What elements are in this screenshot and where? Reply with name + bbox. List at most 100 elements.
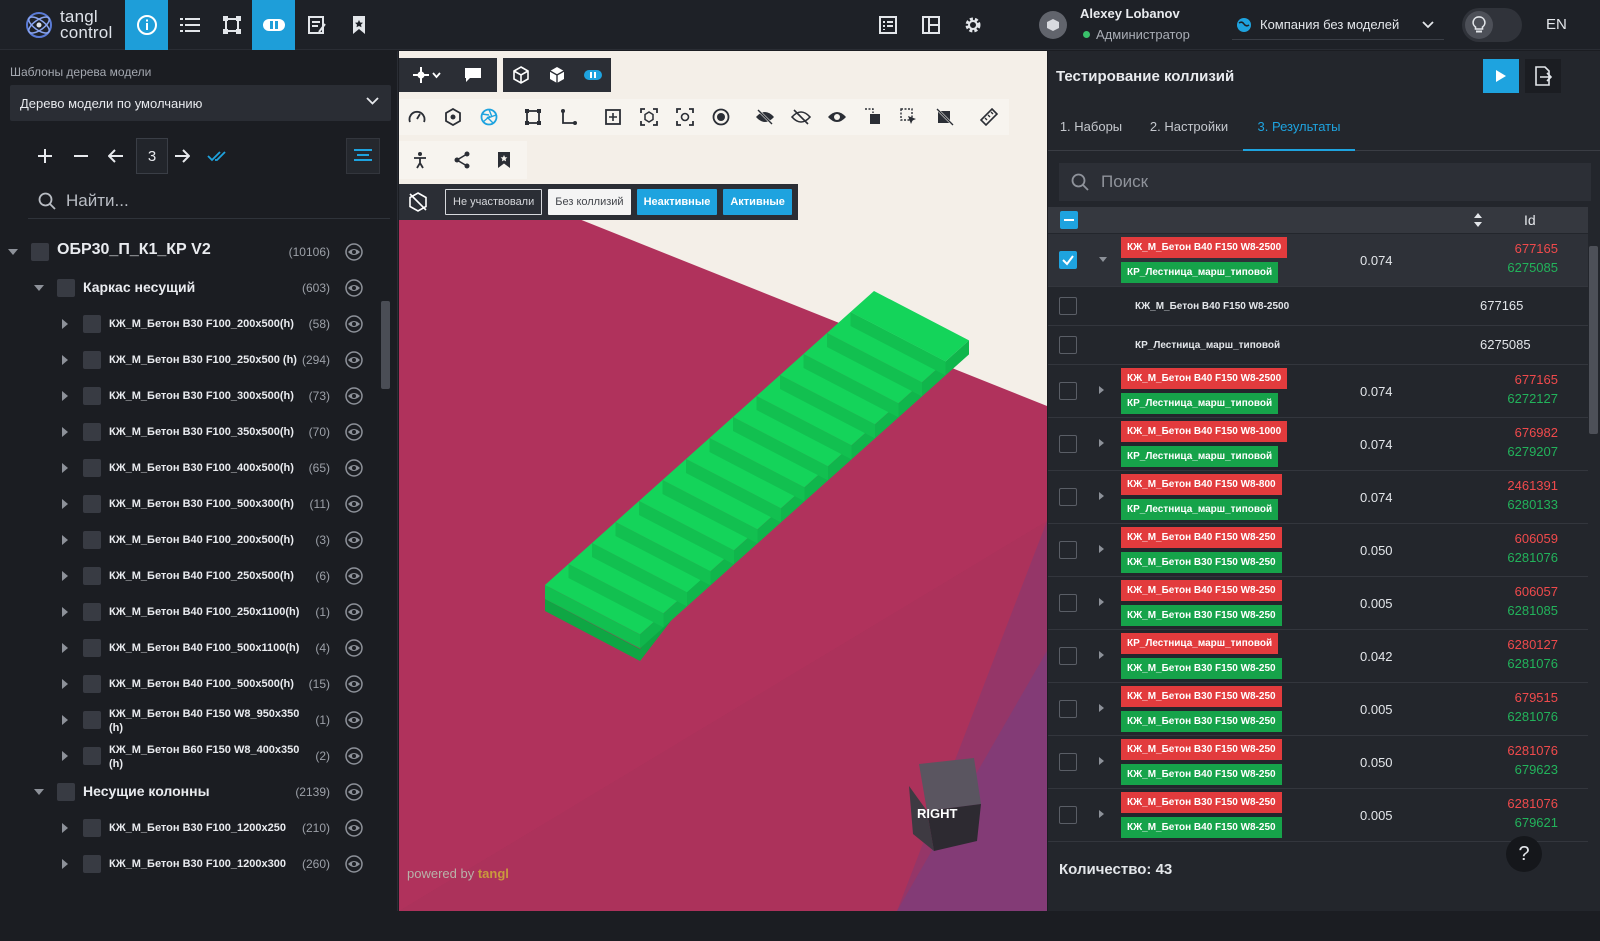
tree-item[interactable]: КЖ_М_Бетон В30 F100_200x500(h) (58) bbox=[0, 306, 380, 342]
collision-element-b[interactable]: КР_Лестница_марш_типовой bbox=[1121, 446, 1279, 467]
tree-item[interactable]: Каркас несущий (603) bbox=[0, 270, 380, 306]
tree-item-checkbox[interactable] bbox=[83, 747, 101, 765]
row-checkbox[interactable] bbox=[1059, 435, 1077, 453]
ruler-button[interactable] bbox=[971, 99, 1007, 135]
visibility-toggle[interactable] bbox=[344, 675, 364, 693]
axis-button[interactable] bbox=[551, 99, 587, 135]
layout-button[interactable] bbox=[909, 0, 952, 50]
collision-row[interactable]: КЖ_М_Бетон В40 F150 W8-250 КЖ_М_Бетон В30… bbox=[1048, 577, 1588, 630]
caret-right-icon[interactable] bbox=[60, 571, 70, 581]
show-button[interactable] bbox=[819, 99, 855, 135]
collision-element-a[interactable]: КЖ_М_Бетон В30 F150 W8-250 bbox=[1121, 739, 1282, 760]
comment-button[interactable] bbox=[455, 57, 491, 93]
app-logo[interactable]: tangl control bbox=[24, 6, 112, 44]
row-checkbox[interactable] bbox=[1059, 297, 1077, 315]
collision-element-a[interactable]: КЖ_М_Бетон В40 F150 W8-250 bbox=[1121, 527, 1282, 548]
tree-scrollbar[interactable] bbox=[381, 291, 390, 941]
collision-row[interactable]: КЖ_М_Бетон В30 F150 W8-250 КЖ_М_Бетон В30… bbox=[1048, 683, 1588, 736]
speed-button[interactable] bbox=[399, 99, 435, 135]
visibility-toggle[interactable] bbox=[344, 423, 364, 441]
walk-button[interactable] bbox=[399, 142, 441, 178]
caret-right-icon[interactable] bbox=[1099, 545, 1104, 553]
caret-right-icon[interactable] bbox=[1099, 704, 1104, 712]
collision-row[interactable]: КЖ_М_Бетон В40 F150 W8-2500 КР_Лестница_м… bbox=[1048, 365, 1588, 418]
theme-toggle[interactable] bbox=[1462, 8, 1522, 42]
hide-collisions-icon[interactable] bbox=[407, 191, 429, 213]
row-checkbox[interactable] bbox=[1059, 700, 1077, 718]
collision-view-button[interactable] bbox=[252, 0, 295, 50]
focus-button[interactable] bbox=[631, 99, 667, 135]
tree-item-checkbox[interactable] bbox=[83, 531, 101, 549]
caret-right-icon[interactable] bbox=[1099, 757, 1104, 765]
row-checkbox[interactable] bbox=[1059, 647, 1077, 665]
caret-right-icon[interactable] bbox=[1099, 651, 1104, 659]
isolate-button[interactable] bbox=[855, 99, 891, 135]
caret-right-icon[interactable] bbox=[60, 751, 70, 761]
collision-row[interactable]: КЖ_М_Бетон В40 F150 W8-1000 КР_Лестница_м… bbox=[1048, 418, 1588, 471]
collision-element-a[interactable]: КЖ_М_Бетон В40 F150 W8-250 bbox=[1121, 580, 1282, 601]
filter-inactive[interactable]: Неактивные bbox=[636, 189, 718, 215]
collision-row[interactable]: КЖ_М_Бетон В40 F150 W8-250 КЖ_М_Бетон В30… bbox=[1048, 524, 1588, 577]
tree-item[interactable]: КЖ_М_Бетон В30 F100_1200x250 (210) bbox=[0, 810, 380, 846]
caret-right-icon[interactable] bbox=[60, 823, 70, 833]
caret-right-icon[interactable] bbox=[60, 499, 70, 509]
run-test-button[interactable] bbox=[1483, 59, 1519, 93]
visibility-toggle[interactable] bbox=[344, 639, 364, 657]
solid-button[interactable] bbox=[539, 57, 575, 93]
visibility-toggle[interactable] bbox=[344, 783, 364, 801]
export-report-button[interactable] bbox=[1525, 59, 1561, 93]
filter-active[interactable]: Активные bbox=[723, 189, 792, 215]
collision-element-a[interactable]: КР_Лестница_марш_типовой bbox=[1121, 633, 1279, 654]
row-checkbox[interactable] bbox=[1059, 806, 1077, 824]
tab-results[interactable]: 3. Результаты bbox=[1243, 103, 1355, 151]
tree-item[interactable]: КЖ_М_Бетон В40 F100_250x500(h) (6) bbox=[0, 558, 380, 594]
visibility-toggle[interactable] bbox=[344, 495, 364, 513]
select-button[interactable] bbox=[891, 99, 927, 135]
select-all-button[interactable] bbox=[200, 138, 234, 174]
tree-item-checkbox[interactable] bbox=[83, 495, 101, 513]
tree-scrollbar-thumb[interactable] bbox=[381, 301, 390, 389]
level-down-button[interactable] bbox=[99, 138, 133, 174]
collision-element-b[interactable]: КЖ_М_Бетон В30 F150 W8-250 bbox=[1121, 605, 1282, 626]
collision-element-a[interactable]: КЖ_М_Бетон В30 F150 W8-250 bbox=[1121, 686, 1282, 707]
collision-element-b[interactable]: КЖ_М_Бетон В30 F150 W8-250 bbox=[1121, 711, 1282, 732]
tree-item-checkbox[interactable] bbox=[83, 315, 101, 333]
hide-button[interactable] bbox=[747, 99, 783, 135]
expand-button[interactable] bbox=[28, 138, 62, 174]
level-up-button[interactable] bbox=[165, 138, 199, 174]
tree-item-checkbox[interactable] bbox=[31, 243, 49, 261]
collision-element-b[interactable]: КЖ_М_Бетон В40 F150 W8-250 bbox=[1121, 764, 1282, 785]
visibility-toggle[interactable] bbox=[344, 819, 364, 837]
3d-viewport[interactable]: Не участвовали Без коллизий Неактивные А… bbox=[399, 51, 1047, 911]
share-button[interactable] bbox=[441, 142, 483, 178]
model-tree-button[interactable] bbox=[168, 0, 211, 50]
collision-element-a[interactable]: КЖ_М_Бетон В40 F150 W8-2500 bbox=[1121, 237, 1288, 258]
info-button[interactable] bbox=[125, 0, 168, 50]
avatar[interactable] bbox=[1039, 11, 1067, 39]
caret-right-icon[interactable] bbox=[1099, 386, 1104, 394]
caret-right-icon[interactable] bbox=[60, 535, 70, 545]
hide-others-button[interactable] bbox=[783, 99, 819, 135]
caret-right-icon[interactable] bbox=[1099, 598, 1104, 606]
tree-item[interactable]: КЖ_М_Бетон В40 F100_500x500(h) (15) bbox=[0, 666, 380, 702]
caret-right-icon[interactable] bbox=[60, 355, 70, 365]
help-button[interactable]: ? bbox=[1506, 836, 1542, 872]
tree-item[interactable]: КЖ_М_Бетон В30 F100_250x500 (h) (294) bbox=[0, 342, 380, 378]
section-box-button[interactable] bbox=[515, 99, 551, 135]
target-button[interactable] bbox=[703, 99, 739, 135]
tree-item-checkbox[interactable] bbox=[83, 423, 101, 441]
row-checkbox[interactable] bbox=[1059, 541, 1077, 559]
results-scrollbar[interactable] bbox=[1589, 234, 1598, 839]
caret-right-icon[interactable] bbox=[1099, 810, 1104, 818]
caret-right-icon[interactable] bbox=[60, 679, 70, 689]
caret-right-icon[interactable] bbox=[60, 607, 70, 617]
caret-down-icon[interactable] bbox=[1099, 257, 1107, 262]
settings-button[interactable] bbox=[951, 0, 994, 50]
tree-item-checkbox[interactable] bbox=[57, 279, 75, 297]
aperture-button[interactable] bbox=[471, 99, 507, 135]
caret-right-icon[interactable] bbox=[60, 427, 70, 437]
tree-item[interactable]: ОБР30_П_К1_КР V2 (10106) bbox=[0, 234, 380, 270]
caret-right-icon[interactable] bbox=[60, 859, 70, 869]
tree-item-checkbox[interactable] bbox=[57, 783, 75, 801]
visibility-toggle[interactable] bbox=[344, 315, 364, 333]
